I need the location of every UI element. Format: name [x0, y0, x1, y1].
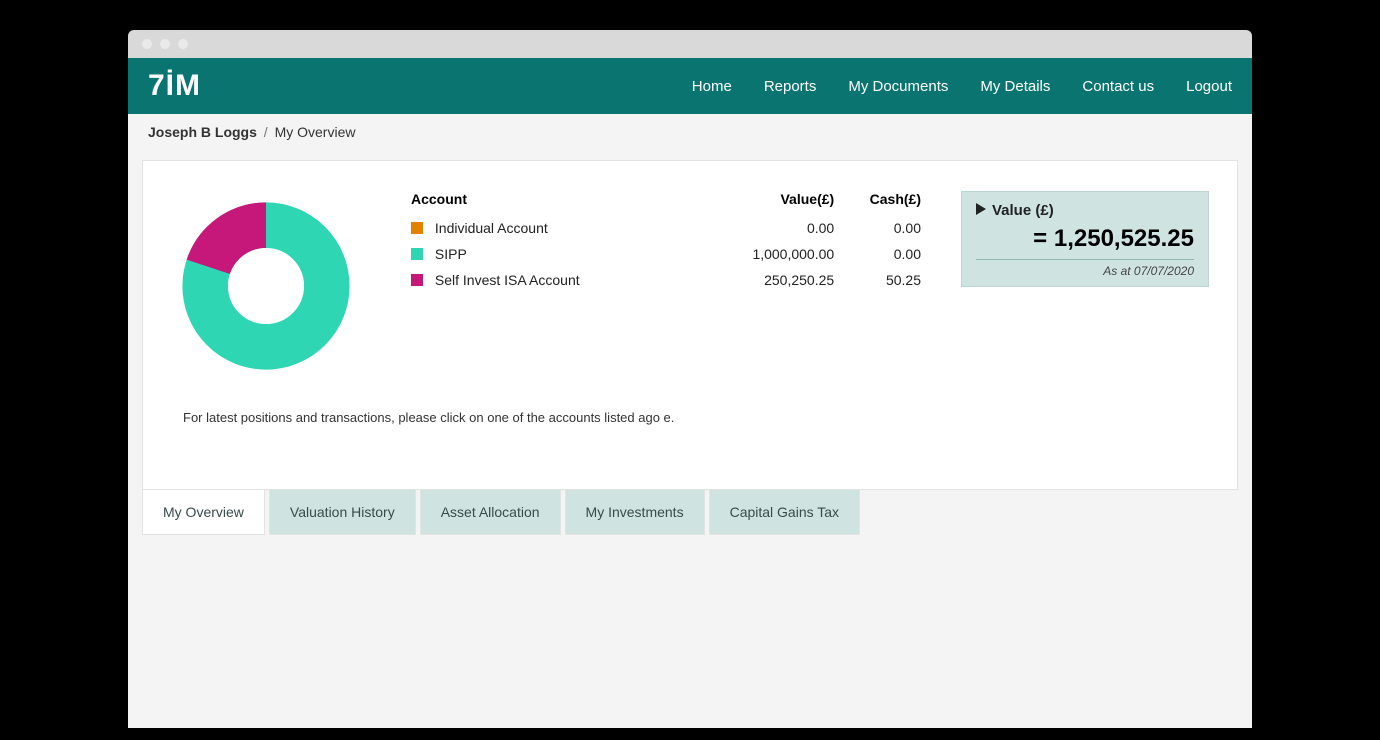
account-value: 1,000,000.00 — [696, 241, 834, 267]
table-row[interactable]: SIPP 1,000,000.00 0.00 — [411, 241, 921, 267]
play-icon — [976, 202, 986, 219]
account-cash: 0.00 — [834, 215, 921, 241]
account-label: SIPP — [435, 246, 467, 262]
value-box-asat: As at 07/07/2020 — [976, 260, 1194, 278]
col-cash: Cash(£) — [834, 191, 921, 215]
tab-history[interactable]: Valuation History — [269, 490, 416, 535]
breadcrumb-user[interactable]: Joseph B Loggs — [148, 124, 257, 140]
nav-links: Home Reports My Documents My Details Con… — [692, 78, 1232, 95]
window-titlebar — [128, 30, 1252, 58]
tabs: My Overview Valuation History Asset Allo… — [142, 490, 1238, 535]
donut-hole — [228, 248, 304, 324]
tab-cgt[interactable]: Capital Gains Tax — [709, 490, 860, 535]
nav-reports[interactable]: Reports — [764, 78, 817, 95]
account-cash: 50.25 — [834, 267, 921, 293]
table-header-row: Account Value(£) Cash(£) — [411, 191, 921, 215]
accounts-table: Account Value(£) Cash(£) Individual Acco… — [411, 191, 921, 293]
col-account: Account — [411, 191, 696, 215]
tab-investments[interactable]: My Investments — [565, 490, 705, 535]
nav-logout[interactable]: Logout — [1186, 78, 1232, 95]
account-label: Self Invest ISA Account — [435, 272, 580, 288]
window-dot-3 — [178, 39, 188, 49]
app-root: 7İM Home Reports My Documents My Details… — [128, 58, 1252, 728]
account-value: 250,250.25 — [696, 267, 834, 293]
overview-row: Account Value(£) Cash(£) Individual Acco… — [171, 191, 1209, 386]
breadcrumb-separator: / — [264, 124, 268, 140]
window-dot-2 — [160, 39, 170, 49]
value-box-amount: = 1,250,525.25 — [976, 219, 1194, 260]
logo[interactable]: 7İM — [148, 69, 201, 103]
table-row[interactable]: Individual Account 0.00 0.00 — [411, 215, 921, 241]
panel-note: For latest positions and transactions, p… — [183, 410, 1209, 425]
nav-documents[interactable]: My Documents — [848, 78, 948, 95]
breadcrumb: Joseph B Loggs / My Overview — [128, 114, 1252, 150]
nav-details[interactable]: My Details — [980, 78, 1050, 95]
col-value: Value(£) — [696, 191, 834, 215]
breadcrumb-page: My Overview — [275, 124, 356, 140]
total-value-box[interactable]: Value (£) = 1,250,525.25 As at 07/07/202… — [961, 191, 1209, 287]
nav-home[interactable]: Home — [692, 78, 732, 95]
tab-allocation[interactable]: Asset Allocation — [420, 490, 561, 535]
table-row[interactable]: Self Invest ISA Account 250,250.25 50.25 — [411, 267, 921, 293]
tab-overview[interactable]: My Overview — [142, 490, 265, 535]
account-label: Individual Account — [435, 220, 548, 236]
donut-chart — [171, 191, 371, 386]
swatch-icon — [411, 274, 423, 286]
value-box-header: Value (£) — [976, 202, 1194, 219]
account-value: 0.00 — [696, 215, 834, 241]
account-cash: 0.00 — [834, 241, 921, 267]
window-dot-1 — [142, 39, 152, 49]
top-nav: 7İM Home Reports My Documents My Details… — [128, 58, 1252, 114]
swatch-icon — [411, 248, 423, 260]
overview-panel: Account Value(£) Cash(£) Individual Acco… — [142, 160, 1238, 490]
value-box-title: Value (£) — [992, 202, 1054, 219]
browser-window: 7İM Home Reports My Documents My Details… — [128, 30, 1252, 728]
donut-svg — [171, 191, 361, 381]
swatch-icon — [411, 222, 423, 234]
nav-contact[interactable]: Contact us — [1082, 78, 1154, 95]
